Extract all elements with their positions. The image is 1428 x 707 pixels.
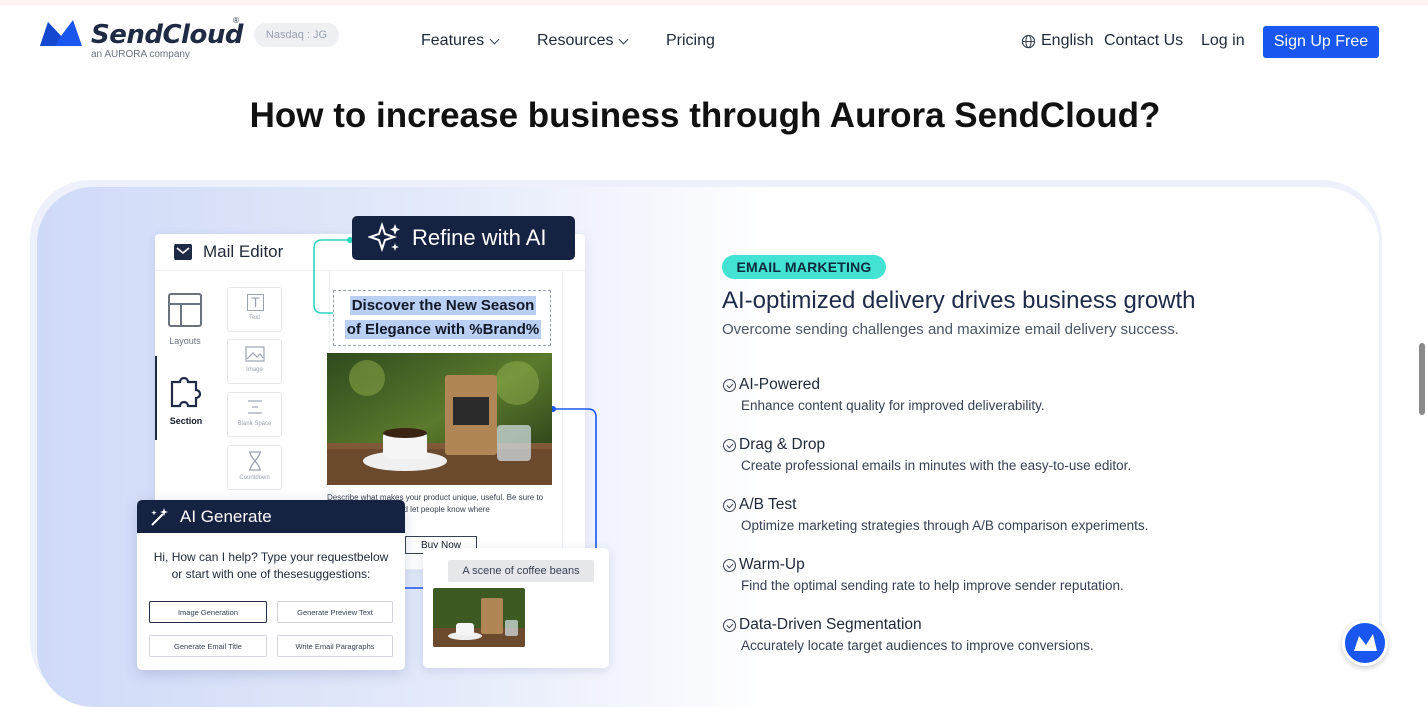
- mail-icon: [174, 244, 192, 260]
- ai-generate-header: AI Generate: [137, 500, 405, 533]
- block-tile-blank-space[interactable]: Blank Space: [227, 392, 282, 437]
- nav-features[interactable]: Features: [421, 32, 500, 50]
- chevron-down-icon: [619, 34, 629, 44]
- sign-up-button[interactable]: Sign Up Free: [1263, 26, 1379, 58]
- feature-title: AI-optimized delivery drives business gr…: [722, 287, 1196, 314]
- check-circle-icon: [723, 378, 736, 392]
- email-headline-block[interactable]: Discover the New Season of Elegance with…: [333, 290, 551, 346]
- login-link[interactable]: Log in: [1201, 32, 1245, 50]
- feature-item-segmentation: Data-Driven Segmentation Accurately loca…: [723, 616, 1343, 653]
- chip-image-generation[interactable]: Image Generation: [149, 601, 267, 623]
- nav-pricing[interactable]: Pricing: [666, 32, 715, 50]
- feature-item-desc: Create professional emails in minutes wi…: [741, 458, 1132, 473]
- tile-label-text: Text: [248, 315, 260, 321]
- coffee-photo-image: [327, 353, 552, 485]
- site-header: SendCloud ® an AURORA company Nasdaq : J…: [0, 5, 1428, 73]
- headline-line-1-text: Discover the New Season: [349, 296, 537, 315]
- check-circle-icon: [723, 558, 736, 572]
- refine-with-ai-badge: Refine with AI: [352, 216, 575, 260]
- tile-label-blank-space: Blank Space: [237, 421, 272, 427]
- email-headline-line-1: Discover the New Season: [334, 296, 552, 315]
- chat-logo-icon: [1354, 634, 1377, 651]
- magic-wand-icon: [151, 507, 168, 526]
- login-label: Log in: [1201, 32, 1245, 49]
- feature-item-title: Drag & Drop: [739, 436, 826, 453]
- generated-coffee-image: [433, 588, 525, 647]
- check-circle-icon: [723, 498, 736, 512]
- sidebar-tab-layouts[interactable]: Layouts: [155, 292, 215, 346]
- feature-subtitle: Overcome sending challenges and maximize…: [722, 321, 1179, 338]
- headline-line-2-text: of Elegance with %Brand%: [344, 320, 542, 339]
- layouts-icon: [168, 293, 202, 327]
- feature-item-drag-drop: Drag & Drop Create professional emails i…: [723, 436, 1343, 473]
- blank-space-icon: [247, 400, 262, 414]
- logo-subtitle: an AURORA company: [91, 49, 190, 60]
- feature-item-title: Warm-Up: [739, 556, 805, 573]
- nav-pricing-label: Pricing: [666, 32, 715, 49]
- feature-item-ab-test: A/B Test Optimize marketing strategies t…: [723, 496, 1343, 533]
- sendcloud-logo-icon: [40, 20, 82, 46]
- coffee-product-photo: [327, 353, 552, 485]
- scene-prompt-bubble: A scene of coffee beans: [448, 560, 594, 582]
- tile-label-countdown: Countdown: [239, 475, 270, 481]
- hourglass-icon: [248, 451, 261, 471]
- chat-widget-button[interactable]: [1342, 620, 1388, 666]
- feature-item-desc: Find the optimal sending rate to help im…: [741, 578, 1124, 593]
- feature-item-desc: Enhance content quality for improved del…: [741, 398, 1045, 413]
- puzzle-icon: [170, 376, 202, 408]
- block-tile-image[interactable]: Image: [227, 339, 282, 384]
- chip-generate-preview-text[interactable]: Generate Preview Text: [277, 601, 393, 623]
- contact-us-label: Contact Us: [1104, 32, 1184, 49]
- image-icon: [244, 346, 265, 362]
- email-headline-line-2: of Elegance with %Brand%: [334, 320, 552, 339]
- block-tile-text[interactable]: T Text: [227, 287, 282, 332]
- section-label: Section: [169, 416, 203, 426]
- globe-icon: [1021, 34, 1036, 48]
- page-scrollbar-thumb[interactable]: [1419, 343, 1425, 415]
- chevron-down-icon: [489, 34, 500, 44]
- ai-generate-title: AI Generate: [180, 506, 272, 526]
- ai-generate-panel: AI Generate Hi, How can I help? Type you…: [137, 500, 405, 670]
- chip-write-email-paragraphs[interactable]: Write Email Paragraphs: [277, 635, 393, 657]
- text-icon: T: [247, 294, 264, 311]
- feature-item-warm-up: Warm-Up Find the optimal sending rate to…: [723, 556, 1343, 593]
- language-selector[interactable]: English: [1021, 32, 1093, 50]
- block-tile-countdown[interactable]: Countdown: [227, 445, 282, 490]
- email-marketing-badge: EMAIL MARKETING: [722, 255, 886, 279]
- feature-item-title: A/B Test: [739, 496, 797, 513]
- check-circle-icon: [723, 618, 736, 632]
- sidebar-tab-section[interactable]: Section: [155, 356, 215, 440]
- tile-label-image: Image: [246, 367, 263, 373]
- feature-item-desc: Optimize marketing strategies through A/…: [741, 518, 1149, 533]
- sparkle-icon: [368, 221, 400, 253]
- mail-editor-header: Mail Editor: [173, 242, 283, 262]
- feature-item-desc: Accurately locate target audiences to im…: [741, 638, 1094, 653]
- nav-resources-label: Resources: [537, 32, 614, 49]
- feature-item-title: Data-Driven Segmentation: [739, 616, 922, 633]
- layouts-label: Layouts: [169, 336, 201, 346]
- generated-image-thumbnail[interactable]: [433, 588, 525, 647]
- language-label: English: [1041, 32, 1094, 49]
- nav-features-label: Features: [421, 32, 485, 49]
- stock-ticker-badge: Nasdaq : JG: [254, 23, 339, 47]
- registered-mark: ®: [233, 16, 239, 25]
- mail-editor-title: Mail Editor: [203, 242, 284, 261]
- logo-wordmark: SendCloud: [91, 20, 243, 50]
- feature-item-title: AI-Powered: [739, 376, 820, 393]
- refine-with-ai-label: Refine with AI: [412, 225, 547, 250]
- feature-item-ai-powered: AI-Powered Enhance content quality for i…: [723, 376, 1343, 413]
- check-circle-icon: [723, 438, 736, 452]
- contact-us-link[interactable]: Contact Us: [1104, 32, 1183, 50]
- section-headline: How to increase business through Aurora …: [249, 96, 1161, 135]
- chip-generate-email-title[interactable]: Generate Email Title: [149, 635, 267, 657]
- ai-greeting-message: Hi, How can I help? Type your requestbel…: [153, 550, 389, 581]
- nav-resources[interactable]: Resources: [537, 32, 629, 50]
- sendcloud-logo[interactable]: SendCloud ® an AURORA company: [40, 16, 243, 60]
